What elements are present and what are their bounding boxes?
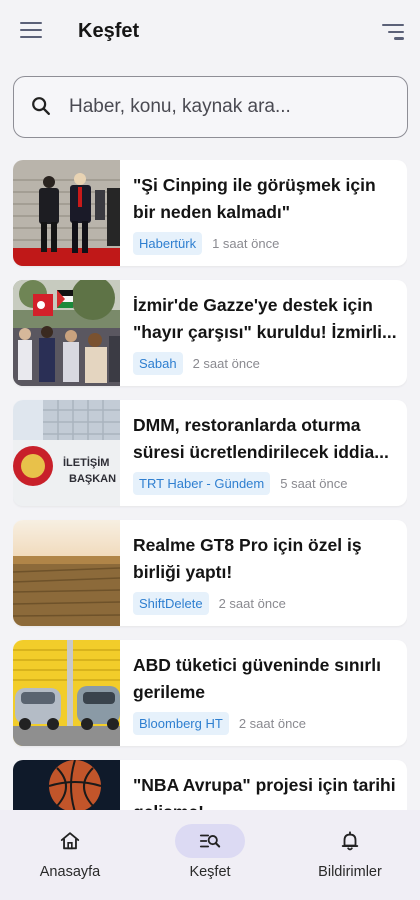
news-thumbnail	[13, 280, 120, 386]
news-thumbnail	[13, 640, 120, 746]
news-meta: Bloomberg HT 2 saat önce	[133, 712, 306, 735]
news-title: DMM, restoranlarda oturma süresi ücretle…	[133, 415, 389, 462]
news-card[interactable]: ABD tüketici güveninde sınırlı gerileme …	[13, 640, 407, 746]
svg-text:BAŞKAN: BAŞKAN	[69, 473, 116, 485]
news-thumbnail	[13, 520, 120, 626]
source-badge[interactable]: Bloomberg HT	[133, 712, 229, 735]
nav-home[interactable]: Anasayfa	[0, 810, 140, 900]
search-bar[interactable]	[13, 76, 408, 138]
news-thumbnail	[13, 160, 120, 266]
nav-label: Bildirimler	[318, 864, 382, 880]
explore-icon	[199, 834, 221, 848]
search-input[interactable]	[69, 87, 399, 127]
news-title: "NBA Avrupa" projesi için tarihi gelişme…	[133, 775, 396, 810]
home-icon	[60, 832, 80, 850]
nav-explore[interactable]: Keşfet	[140, 810, 280, 900]
news-title: Realme GT8 Pro için özel iş birliği yapt…	[133, 535, 362, 582]
source-badge[interactable]: TRT Haber - Gündem	[133, 472, 271, 495]
source-badge[interactable]: Habertürk	[133, 232, 203, 255]
news-meta: ShiftDelete 2 saat önce	[133, 592, 286, 615]
timestamp: 2 saat önce	[238, 716, 307, 731]
news-card[interactable]: "Şi Cinping ile görüşmek için bir neden …	[13, 160, 407, 266]
news-title: İzmir'de Gazze'ye destek için "hayır çar…	[133, 295, 397, 342]
page-title: Keşfet	[78, 20, 140, 42]
search-icon	[32, 97, 50, 115]
news-card[interactable]: Realme GT8 Pro için özel iş birliği yapt…	[13, 520, 407, 626]
sort-icon[interactable]	[382, 24, 404, 40]
news-thumbnail: İLETİŞİM BAŞKAN	[13, 400, 120, 506]
news-card[interactable]: İLETİŞİM BAŞKAN DMM, restoranlarda oturm…	[13, 400, 407, 506]
top-app-bar: Keşfet	[0, 0, 420, 64]
timestamp: 5 saat önce	[280, 476, 348, 491]
timestamp: 2 saat önce	[192, 356, 260, 371]
news-meta: TRT Haber - Gündem 5 saat önce	[133, 472, 347, 495]
news-meta: Sabah 2 saat önce	[133, 352, 260, 375]
nav-notifications[interactable]: Bildirimler	[280, 810, 420, 900]
source-badge[interactable]: Sabah	[133, 352, 183, 375]
timestamp: 2 saat önce	[218, 596, 286, 611]
nav-label: Keşfet	[189, 864, 231, 880]
svg-text:İLETİŞİM: İLETİŞİM	[63, 456, 109, 469]
news-meta: Habertürk 1 saat önce	[133, 232, 279, 255]
timestamp: 1 saat önce	[212, 236, 280, 251]
bell-icon	[341, 831, 359, 851]
news-title: ABD tüketici güveninde sınırlı gerileme	[133, 655, 381, 702]
menu-icon[interactable]	[20, 22, 42, 40]
source-badge[interactable]: ShiftDelete	[133, 592, 209, 615]
news-feed[interactable]: "Şi Cinping ile görüşmek için bir neden …	[13, 160, 407, 810]
news-thumbnail	[13, 760, 120, 810]
bottom-navigation: Anasayfa Keşfet Bildirimler	[0, 810, 420, 900]
news-card[interactable]: İzmir'de Gazze'ye destek için "hayır çar…	[13, 280, 407, 386]
news-title: "Şi Cinping ile görüşmek için bir neden …	[133, 175, 376, 222]
news-card[interactable]: "NBA Avrupa" projesi için tarihi gelişme…	[13, 760, 407, 810]
nav-label: Anasayfa	[39, 864, 101, 880]
